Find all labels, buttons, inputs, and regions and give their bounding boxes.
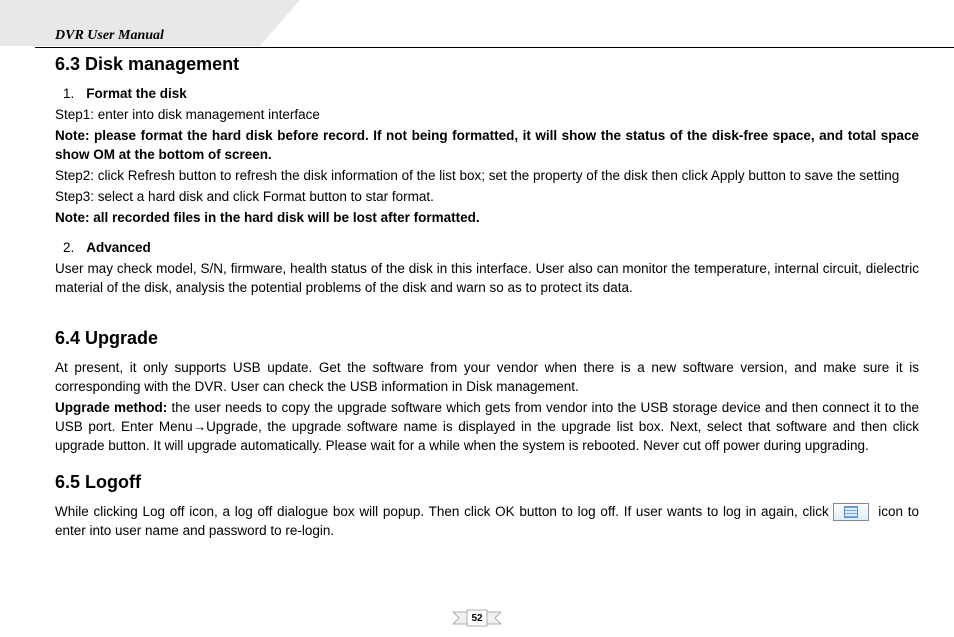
header-divider xyxy=(35,47,954,48)
note-format-before-record: Note: please format the hard disk before… xyxy=(55,127,919,165)
logoff-text-pre: While clicking Log off icon, a log off d… xyxy=(55,504,833,519)
section-6-3: 6.3 Disk management 1. Format the disk St… xyxy=(55,52,919,298)
list-number: 1. xyxy=(63,86,74,101)
section-6-5: 6.5 Logoff While clicking Log off icon, … xyxy=(55,470,919,541)
page-footer: 52 xyxy=(0,609,954,627)
note-files-lost: Note: all recorded files in the hard dis… xyxy=(55,209,919,228)
heading-disk-management: 6.3 Disk management xyxy=(55,52,919,77)
login-icon xyxy=(833,503,869,521)
list-item-advanced: 2. Advanced xyxy=(63,239,919,258)
manual-title: DVR User Manual xyxy=(55,28,164,44)
list-number: 2. xyxy=(63,240,74,255)
step1-text: Step1: enter into disk management interf… xyxy=(55,106,919,125)
upgrade-method-text: the user needs to copy the upgrade softw… xyxy=(55,400,919,453)
page-number: 52 xyxy=(471,613,482,624)
upgrade-method-label: Upgrade method: xyxy=(55,400,171,415)
advanced-paragraph: User may check model, S/N, firmware, hea… xyxy=(55,260,919,298)
section-6-4: 6.4 Upgrade At present, it only supports… xyxy=(55,326,919,456)
document-header: DVR User Manual xyxy=(0,0,954,48)
step2-text: Step2: click Refresh button to refresh t… xyxy=(55,167,919,186)
heading-logoff: 6.5 Logoff xyxy=(55,470,919,495)
logoff-paragraph: While clicking Log off icon, a log off d… xyxy=(55,503,919,541)
page-number-banner: 52 xyxy=(445,609,509,627)
heading-upgrade: 6.4 Upgrade xyxy=(55,326,919,351)
list-label: Format the disk xyxy=(86,86,187,101)
upgrade-method: Upgrade method: the user needs to copy t… xyxy=(55,399,919,456)
page-content: 6.3 Disk management 1. Format the disk St… xyxy=(0,48,954,541)
step3-text: Step3: select a hard disk and click Form… xyxy=(55,188,919,207)
list-label: Advanced xyxy=(86,240,151,255)
upgrade-intro: At present, it only supports USB update.… xyxy=(55,359,919,397)
list-item-format-disk: 1. Format the disk xyxy=(63,85,919,104)
